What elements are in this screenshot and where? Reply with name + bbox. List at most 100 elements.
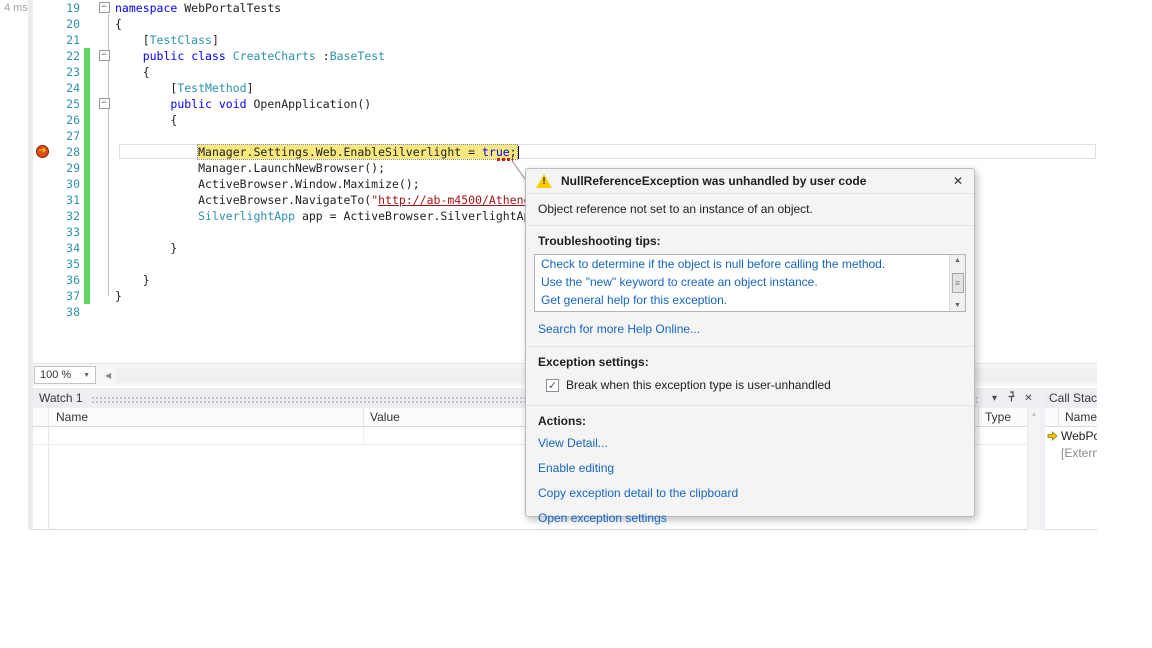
fold-collapse-box[interactable]: − xyxy=(99,2,110,13)
watch-scrollbar[interactable]: ▲ xyxy=(1027,408,1040,530)
line-number[interactable]: 27 xyxy=(33,128,84,144)
exception-popup-header: NullReferenceException was unhandled by … xyxy=(526,169,974,194)
close-icon[interactable]: ✕ xyxy=(1021,393,1036,404)
change-tracking-bar xyxy=(84,112,90,128)
exception-break-icon[interactable]: ➔ xyxy=(36,145,49,158)
line-number[interactable]: 37 xyxy=(33,288,84,304)
code-text[interactable]: public void OpenApplication() xyxy=(115,96,1097,112)
outline-margin[interactable]: − xyxy=(93,48,115,64)
code-text[interactable]: [TestMethod] xyxy=(115,80,1097,96)
line-number[interactable]: 29 xyxy=(33,160,84,176)
search-help-link[interactable]: Search for more Help Online... xyxy=(526,318,974,347)
code-line[interactable]: 24 [TestMethod] xyxy=(33,80,1097,96)
change-tracking-bar xyxy=(84,144,90,160)
outline-margin[interactable]: − xyxy=(93,0,115,16)
column-header-type[interactable]: Type xyxy=(978,408,1027,426)
troubleshooting-tip-link[interactable]: Check to determine if the object is null… xyxy=(535,255,948,273)
action-links: View Detail...Enable editingCopy excepti… xyxy=(526,432,974,536)
line-number[interactable]: 19 xyxy=(33,0,84,16)
line-number[interactable]: 30 xyxy=(33,176,84,192)
outline-margin[interactable] xyxy=(93,256,115,272)
outline-margin[interactable] xyxy=(93,240,115,256)
code-text[interactable]: { xyxy=(115,112,1097,128)
outline-margin[interactable] xyxy=(93,80,115,96)
code-line[interactable]: 27 xyxy=(33,128,1097,144)
line-number[interactable]: 23 xyxy=(33,64,84,80)
code-line[interactable]: 28 Manager.Settings.Web.EnableSilverligh… xyxy=(33,144,1097,160)
line-number[interactable]: 21 xyxy=(33,32,84,48)
line-number[interactable]: 26 xyxy=(33,112,84,128)
line-number[interactable]: 25 xyxy=(33,96,84,112)
outline-margin[interactable] xyxy=(93,160,115,176)
code-text[interactable]: public class CreateCharts :BaseTest xyxy=(115,48,1097,64)
callstack-row[interactable]: [External Code] xyxy=(1045,444,1097,461)
scroll-down-icon[interactable]: ▼ xyxy=(954,302,961,309)
action-link[interactable]: Copy exception detail to the clipboard xyxy=(526,482,974,507)
current-frame-column xyxy=(1045,427,1059,444)
outline-margin[interactable] xyxy=(93,304,115,320)
outline-margin[interactable] xyxy=(93,208,115,224)
scroll-up-icon[interactable]: ▲ xyxy=(1028,408,1040,422)
exception-message: Object reference not set to an instance … xyxy=(526,194,974,226)
code-line[interactable]: 26 { xyxy=(33,112,1097,128)
code-text[interactable]: [TestClass] xyxy=(115,32,1097,48)
line-number[interactable]: 38 xyxy=(33,304,84,320)
line-number[interactable]: 32 xyxy=(33,208,84,224)
outline-margin[interactable] xyxy=(93,16,115,32)
troubleshooting-tip-link[interactable]: Get general help for this exception. xyxy=(535,291,948,309)
scroll-thumb[interactable]: ≡ xyxy=(952,273,964,293)
zoom-dropdown[interactable]: 100 % ▼ xyxy=(34,366,96,384)
line-number[interactable]: 36 xyxy=(33,272,84,288)
outline-margin[interactable] xyxy=(93,224,115,240)
code-line[interactable]: 23 { xyxy=(33,64,1097,80)
hscroll-left-arrow-icon[interactable]: ◀ xyxy=(105,371,111,380)
line-number[interactable]: 20 xyxy=(33,16,84,32)
code-text[interactable] xyxy=(115,128,1097,144)
code-line[interactable]: 19 −namespace WebPortalTests xyxy=(33,0,1097,16)
line-number[interactable]: 31 xyxy=(33,192,84,208)
action-link[interactable]: Enable editing xyxy=(526,457,974,482)
outline-margin[interactable] xyxy=(93,32,115,48)
outline-margin[interactable] xyxy=(93,128,115,144)
code-text[interactable]: { xyxy=(115,16,1097,32)
code-text[interactable]: namespace WebPortalTests xyxy=(115,0,1097,16)
line-number[interactable]: 24 xyxy=(33,80,84,96)
code-line[interactable]: 20 { xyxy=(33,16,1097,32)
outline-margin[interactable] xyxy=(93,144,115,160)
outline-margin[interactable]: − xyxy=(93,96,115,112)
column-header-name[interactable]: Name xyxy=(1059,408,1097,426)
change-tracking-bar xyxy=(84,192,90,208)
outline-margin[interactable] xyxy=(93,176,115,192)
code-line[interactable]: 25 − public void OpenApplication() xyxy=(33,96,1097,112)
outline-margin[interactable] xyxy=(93,192,115,208)
code-line[interactable]: 22 − public class CreateCharts :BaseTest xyxy=(33,48,1097,64)
callstack-row[interactable]: WebPortalTests xyxy=(1045,427,1097,444)
action-link[interactable]: Open exception settings xyxy=(526,507,974,532)
line-number[interactable]: 33 xyxy=(33,224,84,240)
outline-margin[interactable] xyxy=(93,288,115,304)
outline-margin[interactable] xyxy=(93,64,115,80)
code-line[interactable]: 21 [TestClass] xyxy=(33,32,1097,48)
outline-margin[interactable] xyxy=(93,112,115,128)
change-tracking-bar xyxy=(84,208,90,224)
window-position-icon[interactable]: ▾ xyxy=(987,393,1002,404)
fold-collapse-box[interactable]: − xyxy=(99,50,110,61)
scroll-up-icon[interactable]: ▲ xyxy=(954,257,961,264)
callstack-titlebar[interactable]: Call Stack xyxy=(1045,388,1097,408)
code-text[interactable]: Manager.Settings.Web.EnableSilverlight =… xyxy=(115,144,1097,160)
line-number[interactable]: 35 xyxy=(33,256,84,272)
break-checkbox[interactable]: ✓ xyxy=(546,379,559,392)
line-number[interactable]: 34 xyxy=(33,240,84,256)
actions-label: Actions: xyxy=(526,406,974,432)
column-header-name[interactable]: Name xyxy=(48,408,363,426)
code-text[interactable]: { xyxy=(115,64,1097,80)
troubleshooting-tip-link[interactable]: Use the "new" keyword to create an objec… xyxy=(535,273,948,291)
exception-statement-highlight[interactable]: Manager.Settings.Web.EnableSilverlight =… xyxy=(198,145,517,159)
outline-margin[interactable] xyxy=(93,272,115,288)
line-number[interactable]: 22 xyxy=(33,48,84,64)
tips-scrollbar[interactable]: ▲ ≡ ▼ xyxy=(949,255,965,311)
close-icon[interactable]: ✕ xyxy=(950,174,966,188)
fold-collapse-box[interactable]: − xyxy=(99,98,110,109)
pin-icon[interactable] xyxy=(1004,391,1019,405)
action-link[interactable]: View Detail... xyxy=(526,432,974,457)
